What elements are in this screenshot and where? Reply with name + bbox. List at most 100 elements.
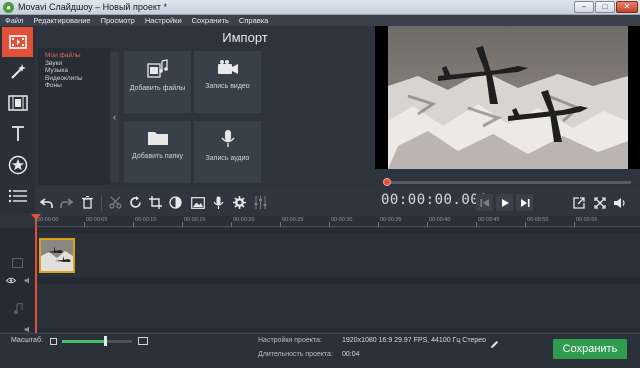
menu-file[interactable]: Файл (0, 15, 28, 26)
video-track-mute[interactable] (24, 271, 32, 289)
project-settings-value: 1920x1080 16:9 29.97 FPS, 44100 Гц Стере… (342, 337, 487, 344)
delete-button[interactable] (79, 193, 96, 212)
category-video-clips[interactable]: Видеоклипы (38, 75, 110, 83)
edit-settings-button[interactable] (490, 336, 499, 354)
detach-preview-button[interactable] (570, 194, 587, 211)
add-folder-label: Добавить папку (132, 153, 183, 160)
add-files-button[interactable]: Добавить файлы (124, 51, 191, 113)
edit-toolbar (35, 189, 640, 217)
image-button[interactable] (189, 193, 206, 212)
project-settings-label: Настройки проекта: (258, 337, 322, 344)
record-video-button[interactable]: Запись видео (194, 51, 261, 113)
sidebar-effects-button[interactable] (2, 57, 33, 87)
menu-edit[interactable]: Редактирование (28, 15, 95, 26)
timecode-display: 00:00:00.000 (381, 192, 489, 208)
speaker-icon (614, 197, 625, 208)
sidebar-titles-button[interactable] (2, 119, 33, 149)
folder-icon (147, 132, 168, 145)
close-button[interactable]: ✕ (616, 1, 638, 13)
undo-icon (40, 197, 53, 208)
add-folder-button[interactable]: Добавить папку (124, 121, 191, 183)
timeline-tick-label: 00:00:25 (282, 217, 304, 223)
category-music[interactable]: Музыка (38, 67, 110, 75)
category-my-files[interactable]: Мои файлы (38, 52, 110, 60)
timeline-tick (574, 222, 575, 227)
timeline-tick (84, 222, 85, 227)
record-audio-button[interactable]: Запись аудио (194, 121, 261, 183)
menu-help[interactable]: Справка (234, 15, 273, 26)
cut-button[interactable] (107, 193, 124, 212)
app-window: ● Movavi Слайдшоу – Новый проект * – □ ✕… (0, 0, 640, 368)
play-button[interactable] (496, 194, 513, 211)
save-button[interactable]: Сохранить (553, 339, 627, 359)
zoom-out-button[interactable] (50, 338, 57, 345)
menu-save[interactable]: Сохранить (187, 15, 234, 26)
volume-button[interactable] (611, 194, 628, 211)
playback-progress-handle[interactable] (383, 178, 391, 186)
timeline-tick-label: 00:00:45 (478, 217, 500, 223)
timeline-tick-label: 00:00:05 (86, 217, 108, 223)
play-icon (501, 198, 509, 207)
timeline-tick (133, 222, 134, 227)
skip-forward-button[interactable] (516, 194, 533, 211)
timeline-tick (525, 222, 526, 227)
fullscreen-button[interactable] (591, 194, 608, 211)
sidebar-more-button[interactable] (2, 181, 33, 211)
maximize-button[interactable]: □ (595, 1, 615, 13)
eye-icon (5, 277, 17, 284)
redo-button[interactable] (58, 193, 75, 212)
timeline-tick (427, 222, 428, 227)
video-track[interactable] (35, 233, 640, 277)
minimize-button[interactable]: – (574, 1, 594, 13)
import-title: Импорт (222, 30, 268, 45)
file-categories-panel: Мои файлы Звуки Музыка Видеоклипы Фоны (38, 48, 110, 185)
crop-button[interactable] (147, 193, 164, 212)
category-sounds[interactable]: Звуки (38, 60, 110, 68)
crop-icon (149, 196, 162, 209)
timeline-clip[interactable] (39, 238, 75, 273)
timeline-tick (182, 222, 183, 227)
timeline-tick-label: 00:00:15 (184, 217, 206, 223)
music-note-icon (13, 302, 23, 315)
settings-button[interactable] (231, 193, 248, 212)
playback-progress-track[interactable] (385, 181, 631, 184)
collapse-panel-button[interactable]: ‹ (110, 52, 119, 182)
timeline-tick (35, 222, 36, 227)
chevron-left-icon: ‹ (113, 112, 116, 122)
category-backgrounds[interactable]: Фоны (38, 82, 110, 90)
sidebar-stickers-button[interactable] (2, 150, 33, 180)
fullscreen-icon (593, 196, 606, 209)
pencil-icon (491, 341, 498, 348)
voiceover-button[interactable] (210, 193, 227, 212)
equalizer-button[interactable] (252, 193, 269, 212)
video-camera-icon (217, 60, 238, 74)
speaker-icon (24, 326, 29, 333)
movavi-app-icon: ● (3, 2, 14, 13)
sidebar-transitions-button[interactable] (2, 88, 33, 118)
timeline-tick (280, 222, 281, 227)
zoom-in-button[interactable] (138, 337, 148, 345)
undo-button[interactable] (38, 193, 55, 212)
audio-track[interactable] (35, 284, 640, 328)
rotate-button[interactable] (127, 193, 144, 212)
add-files-icon (146, 59, 168, 78)
image-icon (190, 196, 205, 209)
color-adjust-icon (169, 196, 182, 209)
microphone-icon (220, 130, 235, 147)
rotate-icon (130, 196, 141, 208)
visibility-toggle[interactable] (5, 271, 17, 289)
color-adjust-button[interactable] (167, 193, 184, 212)
speaker-icon (24, 277, 29, 284)
menu-settings[interactable]: Настройки (140, 15, 187, 26)
zoom-slider-handle[interactable] (104, 336, 107, 346)
preview-image (388, 26, 628, 169)
star-badge-icon (8, 155, 27, 175)
timeline-tick-label: 00:00:20 (233, 217, 255, 223)
sidebar-import-button[interactable] (2, 27, 33, 57)
skip-back-button[interactable] (476, 194, 493, 211)
menu-view[interactable]: Просмотр (96, 15, 140, 26)
mic-icon (213, 196, 224, 209)
playhead[interactable] (35, 216, 37, 334)
external-window-icon (572, 196, 585, 209)
add-files-label: Добавить файлы (129, 85, 186, 92)
